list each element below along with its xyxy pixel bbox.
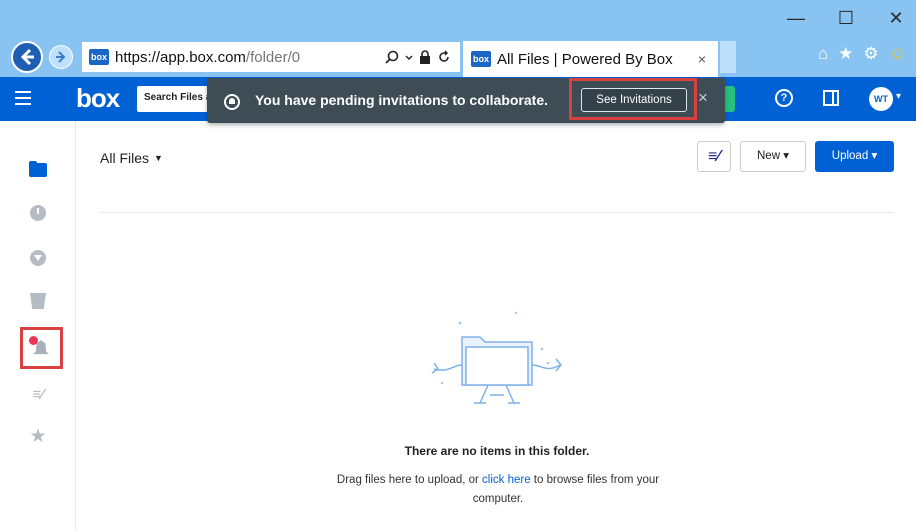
home-icon[interactable]: ⌂: [818, 44, 828, 64]
tab-all-files[interactable]: box All Files | Powered By Box ×: [463, 41, 718, 77]
star-icon[interactable]: ★: [838, 44, 853, 64]
star-icon: ★: [29, 426, 47, 447]
upload-button-label: Upload: [831, 150, 869, 162]
empty-folder-illustration-icon: [431, 311, 562, 404]
download-icon: [30, 250, 46, 266]
back-button[interactable]: [11, 41, 43, 73]
sidebar-item-recents[interactable]: [28, 203, 48, 223]
sidebar-item-trash[interactable]: [28, 291, 48, 311]
pending-invitations-notification: You have pending invitations to collabor…: [207, 78, 725, 123]
arrow-left-icon: [20, 48, 34, 66]
search-action-edge: [725, 86, 735, 112]
url-path: /folder/0: [245, 48, 301, 66]
tab-close-icon[interactable]: ×: [698, 51, 706, 67]
help-icon[interactable]: ?: [775, 89, 793, 107]
clock-icon: [30, 205, 46, 221]
new-button-label: New: [757, 150, 781, 162]
empty-state-description: Drag files here to upload, or click here…: [318, 471, 678, 509]
box-favicon-icon: box: [471, 51, 491, 67]
notification-message: You have pending invitations to collabor…: [255, 92, 548, 108]
chevron-down-icon[interactable]: ▾: [896, 91, 901, 102]
tab-title: All Files | Powered By Box: [497, 50, 673, 68]
new-note-button[interactable]: ≡⁄: [697, 141, 731, 172]
page-title[interactable]: All Files ▼: [100, 150, 163, 166]
lock-icon[interactable]: [419, 50, 431, 64]
address-bar[interactable]: box https://app.box.com/folder/0: [82, 42, 460, 72]
left-sidebar: ≡⁄ ★: [0, 121, 76, 531]
close-window-button[interactable]: ✕: [886, 6, 906, 30]
see-invitations-button[interactable]: See Invitations: [581, 88, 687, 112]
address-icons: [385, 50, 451, 64]
content-divider: [100, 212, 894, 213]
dropdown-icon[interactable]: [405, 50, 413, 64]
refresh-icon[interactable]: [437, 50, 451, 64]
empty-state-title: There are no items in this folder.: [404, 444, 590, 458]
search-icon[interactable]: [385, 50, 399, 64]
new-button[interactable]: New ▾: [740, 141, 806, 172]
notes-icon: ≡⁄: [32, 386, 44, 403]
browse-files-link[interactable]: click here: [482, 474, 531, 486]
notes-icon: ≡⁄: [707, 148, 720, 165]
sidebar-item-all-files[interactable]: [28, 160, 48, 180]
avatar[interactable]: WT: [869, 87, 893, 111]
window-controls: — ☐ ✕: [786, 6, 906, 30]
new-tab-button[interactable]: [720, 41, 736, 73]
browser-chrome: — ☐ ✕ box https://app.box.com/folder/0 b…: [0, 0, 916, 77]
sidebar-panel-icon[interactable]: [823, 90, 839, 106]
forward-button[interactable]: [49, 45, 73, 69]
arrow-right-icon: [56, 51, 66, 63]
trash-icon: [30, 293, 46, 309]
upload-notice-icon: [224, 94, 240, 110]
maximize-button[interactable]: ☐: [836, 6, 856, 30]
url-host: https://app.box.com: [115, 48, 246, 66]
sidebar-item-notifications[interactable]: [29, 336, 51, 358]
minimize-button[interactable]: —: [786, 6, 806, 30]
menu-icon[interactable]: [15, 91, 31, 105]
sidebar-item-notes[interactable]: ≡⁄: [28, 385, 48, 405]
page-title-text: All Files: [100, 150, 150, 166]
notification-badge: [29, 336, 38, 345]
empty-desc-prefix: Drag files here to upload, or: [336, 474, 483, 486]
chevron-down-icon: ▾: [783, 150, 789, 162]
gear-icon[interactable]: ⚙: [863, 44, 878, 64]
box-logo[interactable]: box: [76, 83, 120, 114]
smiley-icon[interactable]: ☺: [889, 44, 906, 64]
chevron-down-icon: ▼: [154, 153, 163, 163]
sidebar-item-favorites[interactable]: ★: [28, 427, 48, 447]
browser-toolbar-icons: ⌂ ★ ⚙ ☺: [818, 44, 906, 64]
chevron-down-icon: ▾: [871, 150, 878, 162]
box-favicon-icon: box: [89, 49, 109, 65]
url-text[interactable]: https://app.box.com/folder/0: [115, 49, 385, 66]
upload-button[interactable]: Upload ▾: [815, 141, 894, 172]
sidebar-item-synced[interactable]: [28, 248, 48, 268]
close-icon[interactable]: ×: [698, 88, 708, 108]
